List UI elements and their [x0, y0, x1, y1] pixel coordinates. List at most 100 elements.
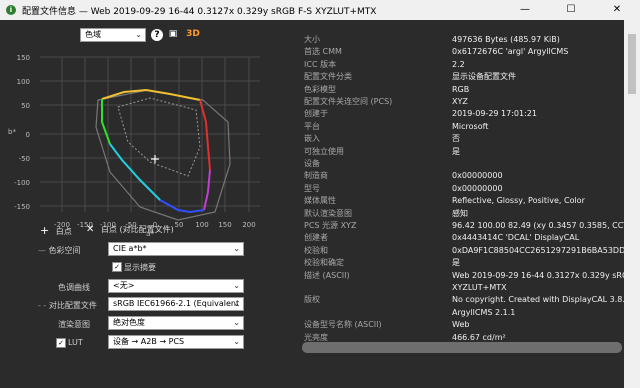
info-row[interactable]: 描述 (ASCII) Web 2019-09-29 16-44 0.3127x 0…	[300, 270, 624, 281]
info-key: 默认渲染意图	[304, 208, 352, 218]
close-button[interactable]: ✕	[594, 0, 640, 20]
dashed-line-icon: - -	[38, 301, 49, 310]
info-row[interactable]: 默认渲染意图 感知	[300, 208, 624, 219]
info-row[interactable]: 版权 No copyright. Created with DisplayCAL …	[300, 294, 624, 305]
colorspace-select[interactable]: CIE a*b* ⌄	[108, 242, 244, 256]
info-key: 媒体属性	[304, 196, 336, 206]
info-value: Microsoft	[452, 121, 489, 131]
info-key: 嵌入	[304, 134, 320, 144]
maximize-button[interactable]: ☐	[548, 0, 594, 20]
info-key: 配置文件分类	[304, 72, 352, 82]
info-row[interactable]: 可独立使用 是	[300, 146, 624, 157]
cross-icon: ✕	[86, 224, 95, 235]
info-row[interactable]: 媒体属性 Reflective, Glossy, Positive, Color	[300, 195, 624, 206]
info-value: 497636 Bytes (485.97 KiB)	[452, 35, 560, 44]
info-row[interactable]: 设备型号名称 (ASCII) Web	[300, 319, 624, 330]
info-value: 0x00000000	[452, 171, 503, 181]
info-row[interactable]: 光亮度 466.67 cd/m²	[300, 332, 624, 343]
intent-select[interactable]: 绝对色度 ⌄	[108, 316, 244, 330]
info-key: PCS 光源 XYZ	[304, 221, 357, 230]
plus-icon: +	[40, 224, 50, 237]
info-row[interactable]: ArgyllCMS 2.1.1	[300, 307, 624, 318]
info-row[interactable]: 大小 497636 Bytes (485.97 KiB)	[300, 34, 624, 45]
show-summary-label: 显示摘要	[124, 263, 156, 272]
info-row[interactable]: 创建于 2019-09-29 17:01:21	[300, 108, 624, 119]
image-icon[interactable]: ▣	[167, 28, 179, 40]
chevron-down-icon: ⌄	[233, 318, 240, 327]
info-row[interactable]: 配置文件分类 显示设备配置文件	[300, 71, 624, 82]
x-tick-label: 50	[175, 221, 184, 229]
info-value: 是	[452, 146, 460, 156]
info-key: 可独立使用	[304, 146, 344, 156]
info-key: 首选 CMM	[304, 47, 342, 57]
info-row[interactable]: ICC 版本 2.2	[300, 59, 624, 70]
white-point-marker	[151, 155, 159, 163]
title-bar: i 配置文件信息 — Web 2019-09-29 16-44 0.3127x …	[0, 0, 640, 20]
info-key: 设备	[304, 159, 320, 168]
info-row[interactable]: 型号 0x00000000	[300, 183, 624, 194]
tone-curve-select[interactable]: <无> ⌄	[108, 279, 244, 293]
y-tick-label: 100	[17, 78, 30, 86]
info-value: Web 2019-09-29 16-44 0.3127x 0.329y sRGB	[452, 270, 624, 280]
info-value: 0xDA9F1C88504CC2651297291B6BA53DD9	[452, 245, 624, 255]
info-key: 光亮度	[304, 332, 328, 342]
gamut-edge-yellow	[101, 88, 201, 101]
gamut-panel: 色域 ⌄ ? ▣ 3D 150 100 50 0 -50 -100 -150 -…	[0, 20, 300, 388]
info-row[interactable]: 制造商 0x00000000	[300, 170, 624, 181]
chevron-down-icon: ⌄	[233, 244, 240, 253]
x-tick-label: 200	[242, 221, 255, 229]
info-value: Web	[452, 320, 470, 330]
vertical-scrollbar[interactable]	[624, 20, 640, 388]
info-row[interactable]: 嵌入 否	[300, 133, 624, 144]
y-axis-label: b*	[8, 128, 16, 136]
chevron-down-icon: ⌄	[233, 337, 240, 346]
info-row[interactable]: 校验和确定 是	[300, 257, 624, 268]
info-row[interactable]: PCS 光源 XYZ 96.42 100.00 82.49 (xy 0.3457 …	[300, 220, 624, 231]
info-key: 制造商	[304, 171, 328, 181]
view-select[interactable]: 色域 ⌄	[80, 28, 146, 42]
info-key: 版权	[304, 295, 320, 305]
info-value: RGB	[452, 84, 470, 94]
scrollbar-thumb[interactable]	[628, 34, 636, 94]
info-value: 0x6172676C 'argl' ArgyllCMS	[452, 47, 569, 57]
chevron-down-icon: ⌄	[135, 30, 142, 39]
window-title: 配置文件信息 — Web 2019-09-29 16-44 0.3127x 0.…	[22, 7, 377, 17]
info-value: 是	[452, 258, 460, 268]
help-icon[interactable]: ?	[151, 29, 163, 41]
info-key: 校验和确定	[304, 258, 344, 268]
info-row[interactable]: 配置文件关连空间 (PCS) XYZ	[300, 96, 624, 107]
info-value: XYZ	[452, 97, 468, 106]
info-value: 2019-09-29 17:01:21	[452, 109, 537, 119]
comparison-gamut-outline	[117, 97, 201, 177]
row-highlight	[302, 342, 622, 353]
compare-profile-select[interactable]: sRGB IEC61966-2.1 (Equivalent ⌄	[108, 297, 244, 311]
info-key: 创建于	[304, 109, 328, 119]
info-row[interactable]: 平台 Microsoft	[300, 121, 624, 132]
y-tick-label: 150	[17, 54, 30, 62]
tone-curve-label: 色调曲线	[58, 283, 90, 292]
gamut-edge-magenta	[203, 169, 211, 211]
minimize-button[interactable]: —	[502, 0, 548, 20]
info-row[interactable]: 首选 CMM 0x6172676C 'argl' ArgyllCMS	[300, 46, 624, 57]
chevron-down-icon: ⌄	[233, 281, 240, 290]
compare-profile-label: - - 对比配置文件	[38, 301, 97, 310]
show-summary-checkbox[interactable]: ✓	[112, 262, 122, 272]
lut-label: LUT	[68, 338, 83, 347]
lut-checkbox[interactable]: ✓	[56, 338, 66, 348]
info-value: 2.2	[452, 59, 465, 69]
info-row[interactable]: 设备	[300, 158, 624, 169]
info-value: 感知	[452, 208, 468, 218]
info-row[interactable]: XYZLUT+MTX	[300, 282, 624, 293]
y-tick-label: 50	[21, 102, 30, 110]
info-row[interactable]: 色彩模型 RGB	[300, 84, 624, 95]
info-value: 否	[452, 134, 460, 144]
reference-gamut-outline	[95, 89, 231, 221]
info-value: 96.42 100.00 82.49 (xy 0.3457 0.3585, CC…	[452, 221, 624, 230]
info-value: 466.67 cd/m²	[452, 332, 506, 342]
3d-view-button[interactable]: 3D	[183, 28, 203, 40]
gamut-edge-green	[101, 99, 111, 145]
lut-select[interactable]: 设备 → A2B → PCS ⌄	[108, 335, 244, 349]
info-key: 设备型号名称 (ASCII)	[304, 320, 382, 330]
info-row[interactable]: 创建者 0x4443414C 'DCAL' DisplayCAL	[300, 232, 624, 243]
info-row[interactable]: 校验和 0xDA9F1C88504CC2651297291B6BA53DD9	[300, 245, 624, 256]
